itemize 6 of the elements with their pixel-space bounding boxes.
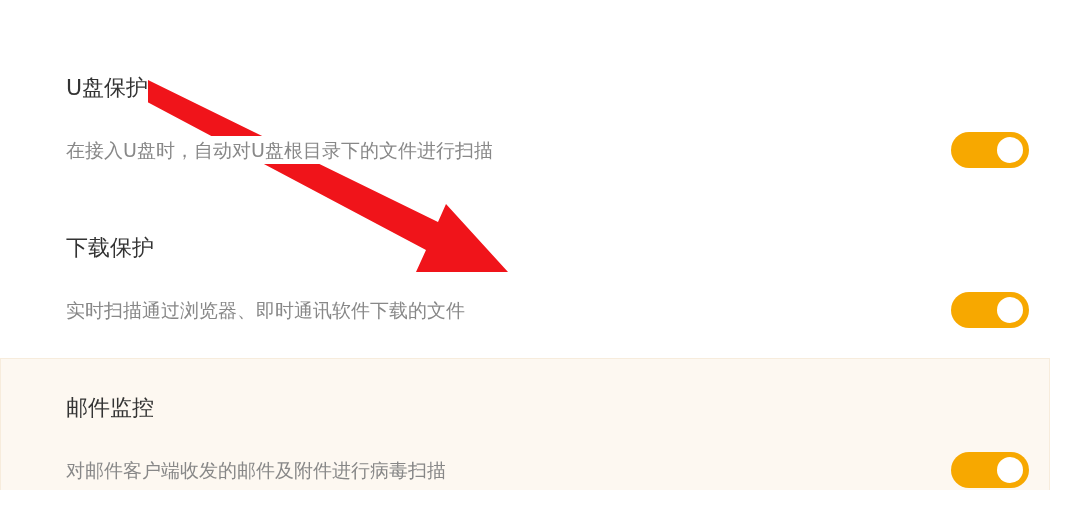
setting-description: 在接入U盘时，自动对U盘根目录下的文件进行扫描 (66, 135, 493, 164)
setting-description: 对邮件客户端收发的邮件及附件进行病毒扫描 (66, 457, 446, 483)
toggle-switch[interactable] (951, 131, 1029, 168)
setting-title: 邮件监控 (66, 393, 154, 422)
toggle-switch[interactable] (951, 291, 1029, 328)
toggle-switch[interactable] (951, 451, 1029, 488)
